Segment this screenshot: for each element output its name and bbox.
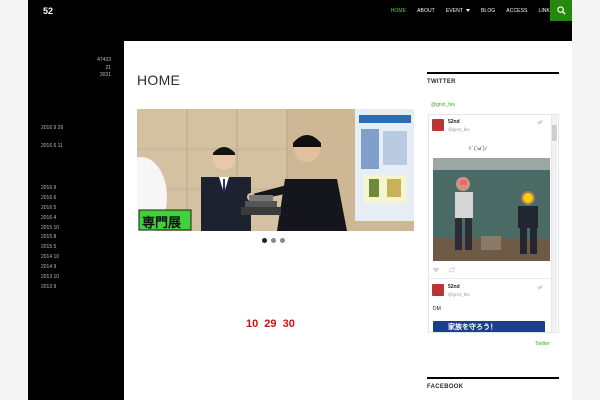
archive-item[interactable]: 2015 10: [41, 225, 59, 235]
heart-icon[interactable]: [433, 267, 439, 273]
archive-item[interactable]: 2013 10: [41, 274, 59, 284]
tweet-text: DM: [433, 306, 441, 312]
event-countdown: 10 29 30: [246, 318, 295, 330]
stat-row: 3031: [28, 72, 124, 80]
archive-item[interactable]: 2016 5: [41, 205, 59, 215]
tweet-author-handle[interactable]: @gnct_fes: [448, 127, 470, 132]
caret-down-icon: [466, 9, 470, 12]
avatar[interactable]: [432, 284, 444, 296]
nav-item-link[interactable]: LINK: [538, 8, 550, 14]
scrollbar-thumb[interactable]: [552, 125, 557, 141]
slider-dot[interactable]: [271, 238, 276, 243]
tweet-image[interactable]: [433, 158, 550, 261]
nav-item-home[interactable]: HOME: [391, 8, 406, 14]
archive-item[interactable]: 2015 5: [41, 244, 59, 254]
share-icon[interactable]: [449, 267, 455, 273]
tweet-author-name[interactable]: 52nd: [448, 284, 460, 290]
site-title[interactable]: 52: [43, 6, 53, 16]
archive-item[interactable]: 2014 9: [41, 264, 59, 274]
nav-item-event[interactable]: EVENT: [446, 8, 470, 14]
stat-value: 3031: [99, 72, 111, 78]
stat-value: 21: [105, 64, 111, 71]
facebook-widget-title: FACEBOOK: [427, 377, 559, 390]
tweet-author-handle[interactable]: @gnct_fes: [448, 292, 470, 297]
nav-item-blog[interactable]: BLOG: [481, 8, 495, 14]
main-content: HOME 専門展 10 29 30 TWITTER @gnct_fes 52nd…: [124, 41, 572, 400]
twitter-timeline[interactable]: 52nd @gnct_fes ﾄﾞ(`ω´)ﾉ 52nd @gnct_fes D…: [428, 114, 559, 333]
image-slider[interactable]: 専門展: [137, 109, 414, 231]
tweet-actions: [433, 267, 550, 273]
slider-pagination: [262, 238, 289, 243]
primary-nav: HOME ABOUT EVENT BLOG ACCESS LINK: [380, 0, 550, 21]
twitter-widget-title: TWITTER: [427, 72, 559, 85]
page-title: HOME: [137, 72, 181, 88]
tweet-divider: [429, 278, 553, 279]
search-button[interactable]: [550, 0, 572, 21]
twitter-bird-icon[interactable]: [537, 120, 543, 125]
twitter-bird-icon[interactable]: [537, 285, 543, 290]
slider-dot[interactable]: [262, 238, 267, 243]
timeline-scrollbar[interactable]: [551, 115, 557, 332]
archive-item[interactable]: 2014 10: [41, 254, 59, 264]
site-header: 52 HOME ABOUT EVENT BLOG ACCESS LINK: [28, 0, 572, 41]
visitor-stats: 47433 21 3031: [28, 57, 124, 80]
archive-item[interactable]: 2016 6: [41, 195, 59, 205]
slider-dot[interactable]: [280, 238, 285, 243]
nav-item-about[interactable]: ABOUT: [417, 8, 435, 14]
archive-item[interactable]: 2015 8: [41, 234, 59, 244]
nav-item-access[interactable]: ACCESS: [506, 8, 527, 14]
recent-post-date[interactable]: 2016 9 26: [41, 125, 63, 131]
archive-item[interactable]: 2013 9: [41, 284, 59, 294]
left-sidebar: 47433 21 3031 2016 9 26 2016 6 11 2016 9…: [28, 41, 124, 400]
search-icon: [556, 6, 566, 15]
archive-list: 2016 9 2016 6 2016 5 2016 4 2015 10 2015…: [41, 185, 59, 294]
stat-row: 21: [28, 65, 124, 73]
archive-item[interactable]: 2016 9: [41, 185, 59, 195]
recent-post-date[interactable]: 2016 6 11: [41, 143, 63, 149]
avatar[interactable]: [432, 119, 444, 131]
archive-item[interactable]: 2016 4: [41, 215, 59, 225]
stat-value: 47433: [97, 57, 111, 63]
banner-text: 家族を守ろう！: [448, 324, 497, 331]
stat-row: 47433: [28, 57, 124, 65]
twitter-handle-link[interactable]: @gnct_fes: [431, 102, 455, 108]
tweet-photo: [433, 158, 550, 261]
twitter-footer-link[interactable]: Twitter: [535, 341, 550, 347]
slider-caption: 専門展: [142, 216, 182, 231]
tweet-author-name[interactable]: 52nd: [448, 119, 460, 125]
tweet-text: ﾄﾞ(`ω´)ﾉ: [469, 146, 488, 152]
tweet-banner-image[interactable]: 家族を守ろう！: [433, 321, 545, 332]
